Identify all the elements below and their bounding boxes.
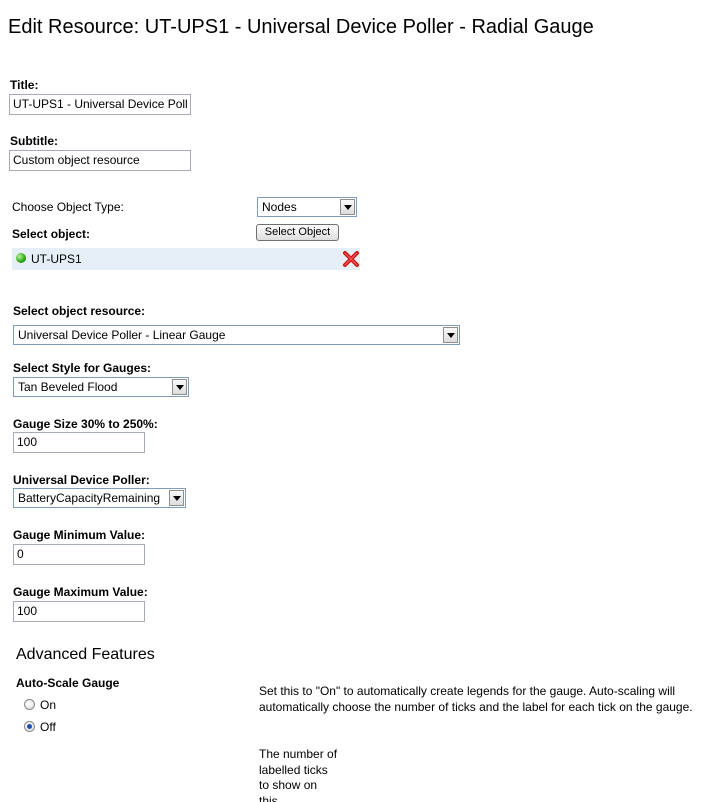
poller-label: Universal Device Poller:	[13, 473, 150, 487]
radio-on[interactable]	[24, 699, 35, 710]
object-type-value: Nodes	[262, 200, 297, 214]
gauge-style-value: Tan Beveled Flood	[18, 380, 118, 394]
green-status-icon	[16, 253, 26, 263]
poller-value: BatteryCapacityRemaining	[18, 491, 161, 505]
object-resource-label: Select object resource:	[13, 304, 146, 318]
autoscale-on-label: On	[40, 698, 57, 712]
autoscale-label: Auto-Scale Gauge	[16, 676, 120, 690]
selected-object-name: UT-UPS1	[31, 252, 82, 266]
autoscale-off-label: Off	[40, 720, 56, 734]
gauge-style-label: Select Style for Gauges:	[13, 361, 152, 375]
object-type-label: Choose Object Type:	[12, 200, 124, 214]
gauge-style-select[interactable]: Tan Beveled Flood	[13, 377, 189, 397]
gauge-min-input[interactable]: 0	[13, 544, 145, 565]
gauge-min-label: Gauge Minimum Value:	[13, 528, 146, 542]
subtitle-label: Subtitle:	[10, 134, 58, 148]
object-resource-value: Universal Device Poller - Linear Gauge	[18, 328, 226, 342]
radio-off[interactable]	[24, 721, 35, 732]
ticks-help-text: The number of labelled ticks to show on …	[259, 747, 338, 802]
select-object-button[interactable]: Select Object	[256, 224, 339, 241]
title-label: Title:	[10, 78, 39, 92]
red-x-icon[interactable]	[342, 250, 360, 268]
selected-object-row: UT-UPS1	[12, 248, 360, 270]
gauge-max-label: Gauge Maximum Value:	[13, 585, 148, 599]
subtitle-input[interactable]: Custom object resource	[9, 150, 191, 171]
advanced-features-heading: Advanced Features	[16, 646, 155, 663]
gauge-size-input[interactable]: 100	[13, 432, 145, 453]
gauge-size-label: Gauge Size 30% to 250%:	[13, 417, 158, 431]
chevron-down-icon[interactable]	[169, 490, 184, 506]
gauge-max-input[interactable]: 100	[13, 601, 145, 622]
object-resource-select[interactable]: Universal Device Poller - Linear Gauge	[13, 325, 460, 345]
chevron-down-icon[interactable]	[172, 379, 187, 395]
title-input[interactable]: UT-UPS1 - Universal Device Poll	[9, 94, 191, 115]
autoscale-help-text: Set this to "On" to automatically create…	[259, 684, 693, 714]
chevron-down-icon[interactable]	[443, 327, 458, 343]
page-title: Edit Resource: UT-UPS1 - Universal Devic…	[8, 16, 594, 38]
poller-select[interactable]: BatteryCapacityRemaining	[13, 488, 186, 508]
chevron-down-icon[interactable]	[340, 199, 355, 215]
object-type-select[interactable]: Nodes	[257, 197, 357, 217]
select-object-label: Select object:	[12, 227, 91, 241]
